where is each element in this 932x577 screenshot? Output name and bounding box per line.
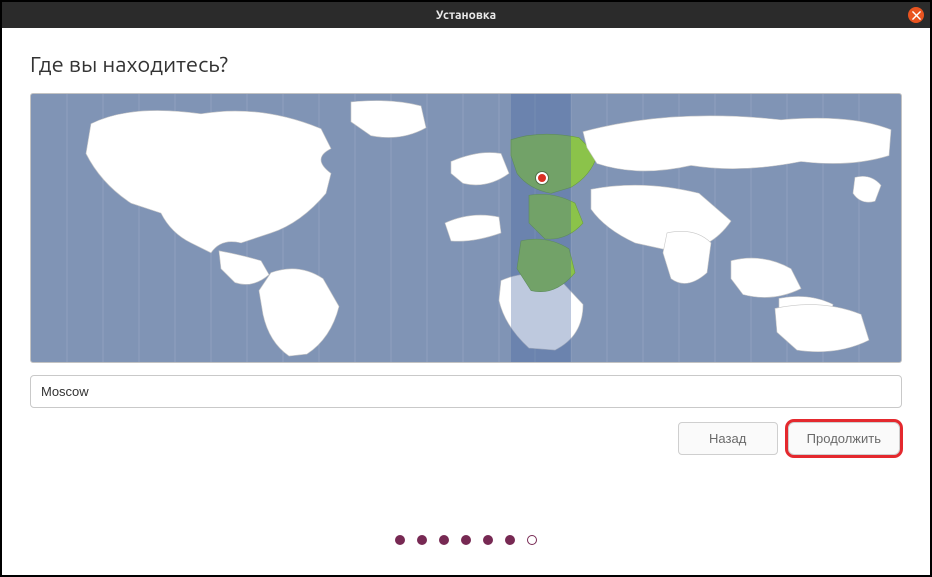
close-icon xyxy=(912,11,921,20)
progress-dot xyxy=(395,535,405,545)
content-area: Где вы находитесь? xyxy=(2,28,930,455)
progress-dot xyxy=(439,535,449,545)
timezone-map[interactable] xyxy=(30,93,902,363)
progress-dot xyxy=(527,535,537,545)
back-button[interactable]: Назад xyxy=(678,422,778,455)
installer-window: Установка Где вы находитесь? xyxy=(0,0,932,577)
window-title: Установка xyxy=(436,9,496,22)
close-button[interactable] xyxy=(908,7,924,23)
continue-button[interactable]: Продолжить xyxy=(788,422,900,455)
titlebar: Установка xyxy=(2,2,930,28)
progress-dot xyxy=(505,535,515,545)
nav-buttons: Назад Продолжить xyxy=(30,422,902,455)
progress-dot xyxy=(417,535,427,545)
progress-dot xyxy=(483,535,493,545)
location-pin-icon xyxy=(536,172,548,184)
world-map-svg xyxy=(31,94,901,362)
page-title: Где вы находитесь? xyxy=(30,52,902,77)
progress-dot xyxy=(461,535,471,545)
timezone-input[interactable] xyxy=(30,375,902,408)
progress-dots xyxy=(2,535,930,545)
